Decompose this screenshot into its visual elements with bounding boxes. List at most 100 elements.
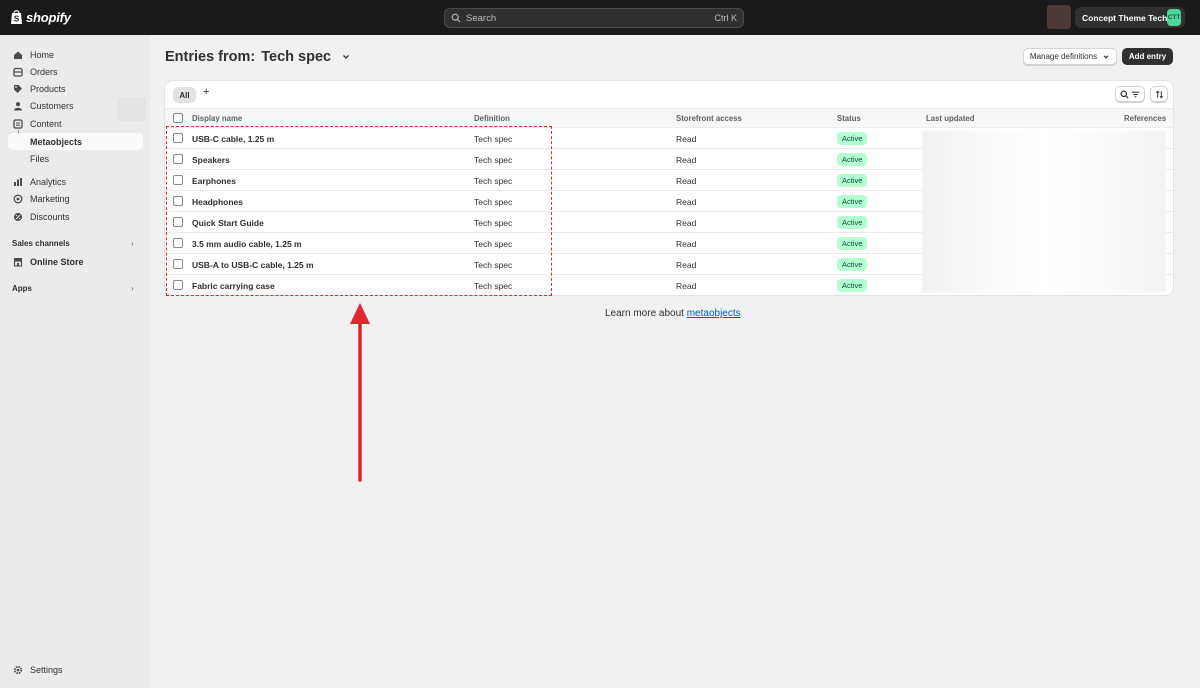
tag-icon: [14, 84, 22, 93]
apps-heading[interactable]: Apps: [12, 284, 32, 293]
row-checkbox[interactable]: [173, 259, 183, 269]
chevron-down-icon: [1103, 54, 1109, 59]
entry-definition: Tech spec: [474, 197, 513, 207]
entry-access: Read: [676, 197, 697, 207]
chevron-right-icon[interactable]: ›: [131, 239, 134, 248]
sort-button[interactable]: [1150, 86, 1168, 102]
entry-definition: Tech spec: [474, 155, 513, 165]
learn-more-text: Learn more about metaobjects: [605, 308, 741, 319]
sidebar-item-metaobjects[interactable]: Metaobjects: [8, 133, 143, 150]
sales-channels-heading[interactable]: Sales channels: [12, 239, 70, 248]
column-header[interactable]: Display name: [192, 114, 242, 123]
manage-definitions-label: Manage definitions: [1029, 52, 1098, 61]
column-header[interactable]: Storefront access: [676, 114, 742, 123]
sidebar-item-label: Orders: [30, 66, 58, 77]
row-checkbox[interactable]: [173, 280, 183, 290]
select-all-checkbox[interactable]: [173, 113, 183, 123]
status-badge: Active: [837, 279, 868, 292]
person-icon: [14, 101, 22, 110]
entry-definition: Tech spec: [474, 218, 513, 228]
sidebar-item-label: Files: [30, 153, 50, 164]
entry-name[interactable]: Headphones: [192, 197, 243, 207]
entry-name[interactable]: Speakers: [192, 155, 230, 165]
sidebar-item-label: Settings: [30, 664, 63, 675]
sidebar-item-label: Discounts: [30, 211, 70, 222]
entry-name[interactable]: Fabric carrying case: [192, 281, 275, 291]
top-bar: S shopify Search Ctrl K Concept Theme Te…: [0, 0, 1200, 35]
entries-card: All + Display name Definition Storefront…: [165, 81, 1173, 295]
sidebar-item-label: Home: [30, 49, 55, 60]
sidebar-item-label: Metaobjects: [30, 136, 83, 147]
add-view-button[interactable]: +: [203, 86, 209, 98]
sidebar-item-marketing[interactable]: Marketing: [8, 190, 143, 207]
sidebar-item-online-store[interactable]: Online Store: [8, 253, 143, 270]
shopify-logo[interactable]: S shopify: [10, 9, 71, 25]
definition-selector[interactable]: Tech spec: [261, 49, 331, 65]
entry-definition: Tech spec: [474, 281, 513, 291]
status-badge: Active: [837, 216, 868, 229]
sidebar-item-analytics[interactable]: Analytics: [8, 173, 143, 190]
orders-icon: [13, 67, 23, 77]
chevron-right-icon[interactable]: ›: [131, 284, 134, 293]
filter-icon: [1131, 91, 1140, 97]
entry-name[interactable]: Earphones: [192, 176, 236, 186]
sidebar-item-files[interactable]: Files: [8, 150, 143, 167]
sidebar-item-home[interactable]: Home: [8, 46, 143, 63]
svg-text:S: S: [14, 15, 20, 24]
status-badge: Active: [837, 237, 868, 250]
row-checkbox[interactable]: [173, 238, 183, 248]
sidebar-item-label: Online Store: [30, 256, 84, 267]
search-input[interactable]: Search Ctrl K: [444, 8, 744, 28]
status-badge: Active: [837, 258, 868, 271]
add-entry-button[interactable]: Add entry: [1122, 48, 1173, 65]
sidebar-item-label: Analytics: [30, 176, 67, 187]
sidebar-item-label: Customers: [30, 100, 74, 111]
sidebar-item-label: Marketing: [30, 193, 70, 204]
storefront-icon: [13, 257, 23, 267]
entry-definition: Tech spec: [474, 134, 513, 144]
search-filter-button[interactable]: [1115, 86, 1145, 102]
entry-access: Read: [676, 176, 697, 186]
sidebar-item-settings[interactable]: Settings: [8, 661, 143, 678]
row-checkbox[interactable]: [173, 196, 183, 206]
store-menu-button[interactable]: Concept Theme Tech CTT: [1075, 7, 1185, 28]
chevron-down-icon[interactable]: [341, 52, 351, 62]
row-checkbox[interactable]: [173, 175, 183, 185]
entry-name[interactable]: USB-C cable, 1.25 m: [192, 134, 274, 144]
analytics-icon: [14, 177, 22, 186]
sidebar-item-customers[interactable]: Customers: [8, 97, 143, 114]
column-header[interactable]: Last updated: [926, 114, 975, 123]
notification-thumbnail[interactable]: [1047, 5, 1071, 29]
status-badge: Active: [837, 132, 868, 145]
sidebar-item-content[interactable]: Content: [8, 115, 143, 132]
entry-name[interactable]: Quick Start Guide: [192, 218, 264, 228]
store-name: Concept Theme Tech: [1082, 12, 1168, 23]
sidebar-item-products[interactable]: Products: [8, 80, 143, 97]
row-checkbox[interactable]: [173, 154, 183, 164]
status-badge: Active: [837, 174, 868, 187]
entry-access: Read: [676, 281, 697, 291]
search-placeholder: Search: [466, 12, 497, 24]
sidebar-item-orders[interactable]: Orders: [8, 63, 143, 80]
entry-definition: Tech spec: [474, 176, 513, 186]
page-title-prefix: Entries from:: [165, 49, 256, 65]
table-header: Display name Definition Storefront acces…: [165, 108, 1173, 128]
column-header[interactable]: Definition: [474, 114, 510, 123]
redacted-area: [922, 131, 1166, 292]
entry-name[interactable]: USB-A to USB-C cable, 1.25 m: [192, 260, 314, 270]
column-header[interactable]: References: [1124, 114, 1166, 123]
row-checkbox[interactable]: [173, 133, 183, 143]
metaobjects-link[interactable]: metaobjects: [687, 308, 741, 319]
manage-definitions-button[interactable]: Manage definitions: [1023, 48, 1117, 65]
row-checkbox[interactable]: [173, 217, 183, 227]
learn-more-prefix: Learn more about: [605, 308, 687, 319]
entry-definition: Tech spec: [474, 239, 513, 249]
sidebar-item-discounts[interactable]: Discounts: [8, 208, 143, 225]
gear-icon: [13, 665, 23, 674]
entry-access: Read: [676, 218, 697, 228]
entry-name[interactable]: 3.5 mm audio cable, 1.25 m: [192, 239, 302, 249]
column-header[interactable]: Status: [837, 114, 861, 123]
status-badge: Active: [837, 195, 868, 208]
page-title: Entries from: Tech spec: [165, 49, 351, 65]
tab-all[interactable]: All: [173, 87, 196, 103]
